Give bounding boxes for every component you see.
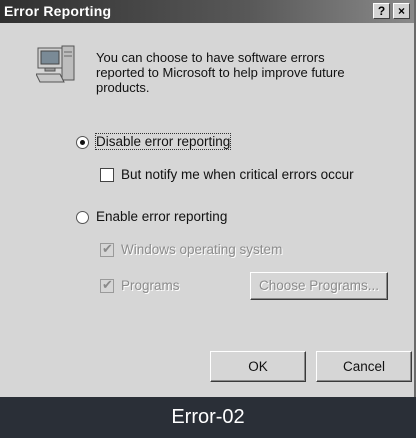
programs-label: Programs <box>121 278 180 293</box>
help-button[interactable]: ? <box>373 3 390 19</box>
computer-icon <box>36 45 75 83</box>
notify-checkbox[interactable] <box>100 168 114 182</box>
enable-reporting-radio[interactable] <box>76 211 89 224</box>
error-reporting-dialog: Error Reporting ? × You can choose to ha… <box>0 0 416 397</box>
programs-checkbox: ✔ <box>100 277 114 293</box>
title-bar: Error Reporting ? × <box>0 0 414 23</box>
windows-os-label: Windows operating system <box>121 242 283 257</box>
window-title: Error Reporting <box>4 3 112 19</box>
close-button[interactable]: × <box>393 3 410 19</box>
disable-reporting-label[interactable]: Disable error reporting <box>94 133 232 150</box>
check-mark-icon: ✔ <box>102 241 113 256</box>
ok-button[interactable]: OK <box>210 351 306 382</box>
notify-label[interactable]: But notify me when critical errors occur <box>121 167 354 182</box>
radio-selected-dot <box>80 140 85 145</box>
image-caption: Error-02 <box>0 397 416 438</box>
windows-os-checkbox: ✔ <box>100 241 114 257</box>
cancel-button[interactable]: Cancel <box>316 351 412 382</box>
enable-reporting-label[interactable]: Enable error reporting <box>96 209 227 224</box>
intro-text: You can choose to have software errors r… <box>96 50 345 95</box>
check-mark-icon: ✔ <box>102 277 113 292</box>
disable-reporting-radio[interactable] <box>76 136 89 149</box>
choose-programs-button: Choose Programs... <box>250 272 388 300</box>
